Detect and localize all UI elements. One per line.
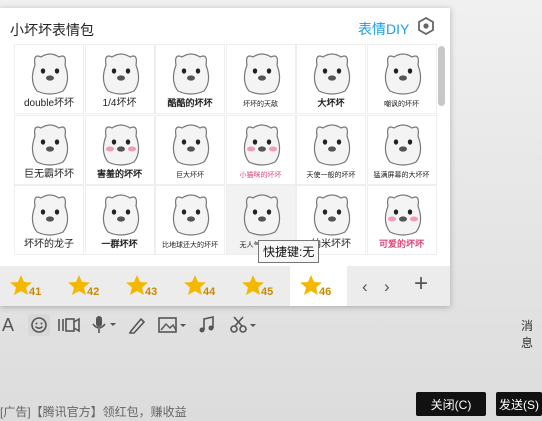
sticker-item[interactable]: 大坏坏 [296,44,366,114]
sticker-caption: 1/4坏坏 [102,98,137,109]
sticker-bear-face-icon [102,194,139,236]
sticker-caption: 可爱的坏坏 [378,239,424,249]
sticker-popup: 小坏坏表情包 表情DIY double坏坏 1/4坏坏 酷酷的坏坏 坏坏的天敌 大坏坏 嘲… [0,8,450,306]
sticker-bear-face-icon [384,123,421,166]
sticker-tab-45[interactable]: 45 [232,266,289,306]
music-icon[interactable] [198,312,216,338]
sticker-item[interactable]: 天使一般的坏坏 [296,114,366,185]
sticker-tab-42[interactable]: 42 [58,266,115,306]
sticker-tab-43[interactable]: 43 [116,266,173,306]
sticker-item[interactable]: 比地球还大的坏坏 [155,185,225,255]
image-icon[interactable] [158,312,188,338]
sticker-bear-face-icon [243,123,280,166]
sticker-item[interactable]: 一群坏坏 [84,185,155,255]
sticker-item[interactable]: 酷酷的坏坏 [155,44,225,114]
message-record-label[interactable]: 消息 [521,317,542,351]
sticker-tab-label: 45 [261,286,274,298]
sticker-bear-face-icon [172,194,210,236]
input-toolbar: A [0,312,542,338]
sticker-caption: double坏坏 [23,98,75,109]
sticker-bear-face-icon [313,123,351,166]
tab-prev-arrow[interactable]: ‹ [362,277,368,297]
add-sticker-button[interactable]: + [414,272,428,296]
sticker-item[interactable]: 猛满屏幕的大坏坏 [366,114,437,185]
sticker-caption: 嘲讽的坏坏 [384,101,419,108]
sticker-caption: 巨无霸坏坏 [24,168,74,180]
emoji-icon[interactable] [28,312,50,338]
sticker-bear-face-icon [243,53,280,95]
sticker-caption: 比地球还大的坏坏 [162,242,218,249]
sticker-caption: 猛满屏幕的大坏坏 [373,171,430,179]
pen-icon[interactable] [128,312,146,338]
sticker-bear-face-icon [243,194,280,236]
sticker-caption: 巨大坏坏 [176,171,204,179]
sticker-bear-face-icon [313,53,351,95]
sticker-caption: 天使一般的坏坏 [306,171,356,179]
font-icon[interactable]: A [2,312,14,338]
sticker-grid: double坏坏 1/4坏坏 酷酷的坏坏 坏坏的天敌 大坏坏 嘲讽的坏坏巨无霸坏坏 害羞的坏… [14,44,437,265]
sticker-pack-title: 小坏坏表情包 [10,22,94,38]
sticker-caption: 小猫咪的坏坏 [239,171,282,179]
sticker-tab-label: 44 [203,286,216,298]
sticker-bear-face-icon [313,194,351,236]
sticker-caption: 大坏坏 [317,98,345,108]
sticker-item[interactable]: double坏坏 [14,44,84,114]
sticker-caption: 害羞的坏坏 [96,168,142,179]
sticker-tab-label: 41 [29,286,42,298]
sticker-tab-label: 46 [319,286,332,298]
sticker-tab-46[interactable]: 46 [290,266,347,306]
sticker-tab-44[interactable]: 44 [174,266,231,306]
sticker-bear-face-icon [31,53,69,95]
sticker-item[interactable]: 1/4坏坏 [84,44,155,114]
sticker-caption: 酷酷的坏坏 [167,98,213,108]
close-button[interactable]: 关闭(C) [416,392,486,416]
settings-icon[interactable] [417,17,435,35]
sticker-item[interactable]: 可爱的坏坏 [366,185,437,255]
sticker-item[interactable]: 坏坏的龙子 [14,185,84,255]
sticker-item[interactable]: 巨大坏坏 [155,114,225,185]
sticker-tab-label: 43 [145,286,158,298]
sticker-bear-face-icon [384,53,421,95]
sticker-item[interactable]: 小猫咪的坏坏 [225,114,296,185]
sticker-tab-bar: 41 42 43 44 45 46 [0,266,450,306]
sticker-caption: 坏坏的天敌 [243,101,278,108]
voice-icon[interactable] [92,312,118,338]
sticker-bear-face-icon [102,123,139,166]
ad-banner-text[interactable]: [广告]【腾讯官方】领红包，赚收益 [0,403,187,420]
sticker-bear-face-icon [31,194,69,236]
sticker-item[interactable]: 害羞的坏坏 [84,114,155,185]
sticker-item[interactable]: 巨无霸坏坏 [14,114,84,185]
screen-clip-icon[interactable] [58,312,80,338]
sticker-caption: 坏坏的龙子 [24,239,74,250]
sticker-tab-41[interactable]: 41 [0,266,57,306]
sticker-bear-face-icon [172,53,210,95]
sticker-tab-label: 42 [87,286,100,298]
shortcut-tooltip: 快捷键:无 [258,240,320,263]
sticker-diy-link[interactable]: 表情DIY [358,19,409,39]
sticker-bear-face-icon [31,123,69,166]
send-button[interactable]: 发送(S) [496,392,542,416]
sticker-caption: 一群坏坏 [101,239,138,249]
sticker-scrollbar[interactable] [438,46,445,106]
sticker-item[interactable]: 嘲讽的坏坏 [366,44,437,114]
sticker-bear-face-icon [102,53,139,95]
tab-next-arrow[interactable]: › [384,277,390,297]
scissors-icon[interactable] [229,312,259,338]
sticker-bear-face-icon [172,123,210,166]
sticker-item[interactable]: 坏坏的天敌 [225,44,296,114]
sticker-bear-face-icon [384,194,421,236]
